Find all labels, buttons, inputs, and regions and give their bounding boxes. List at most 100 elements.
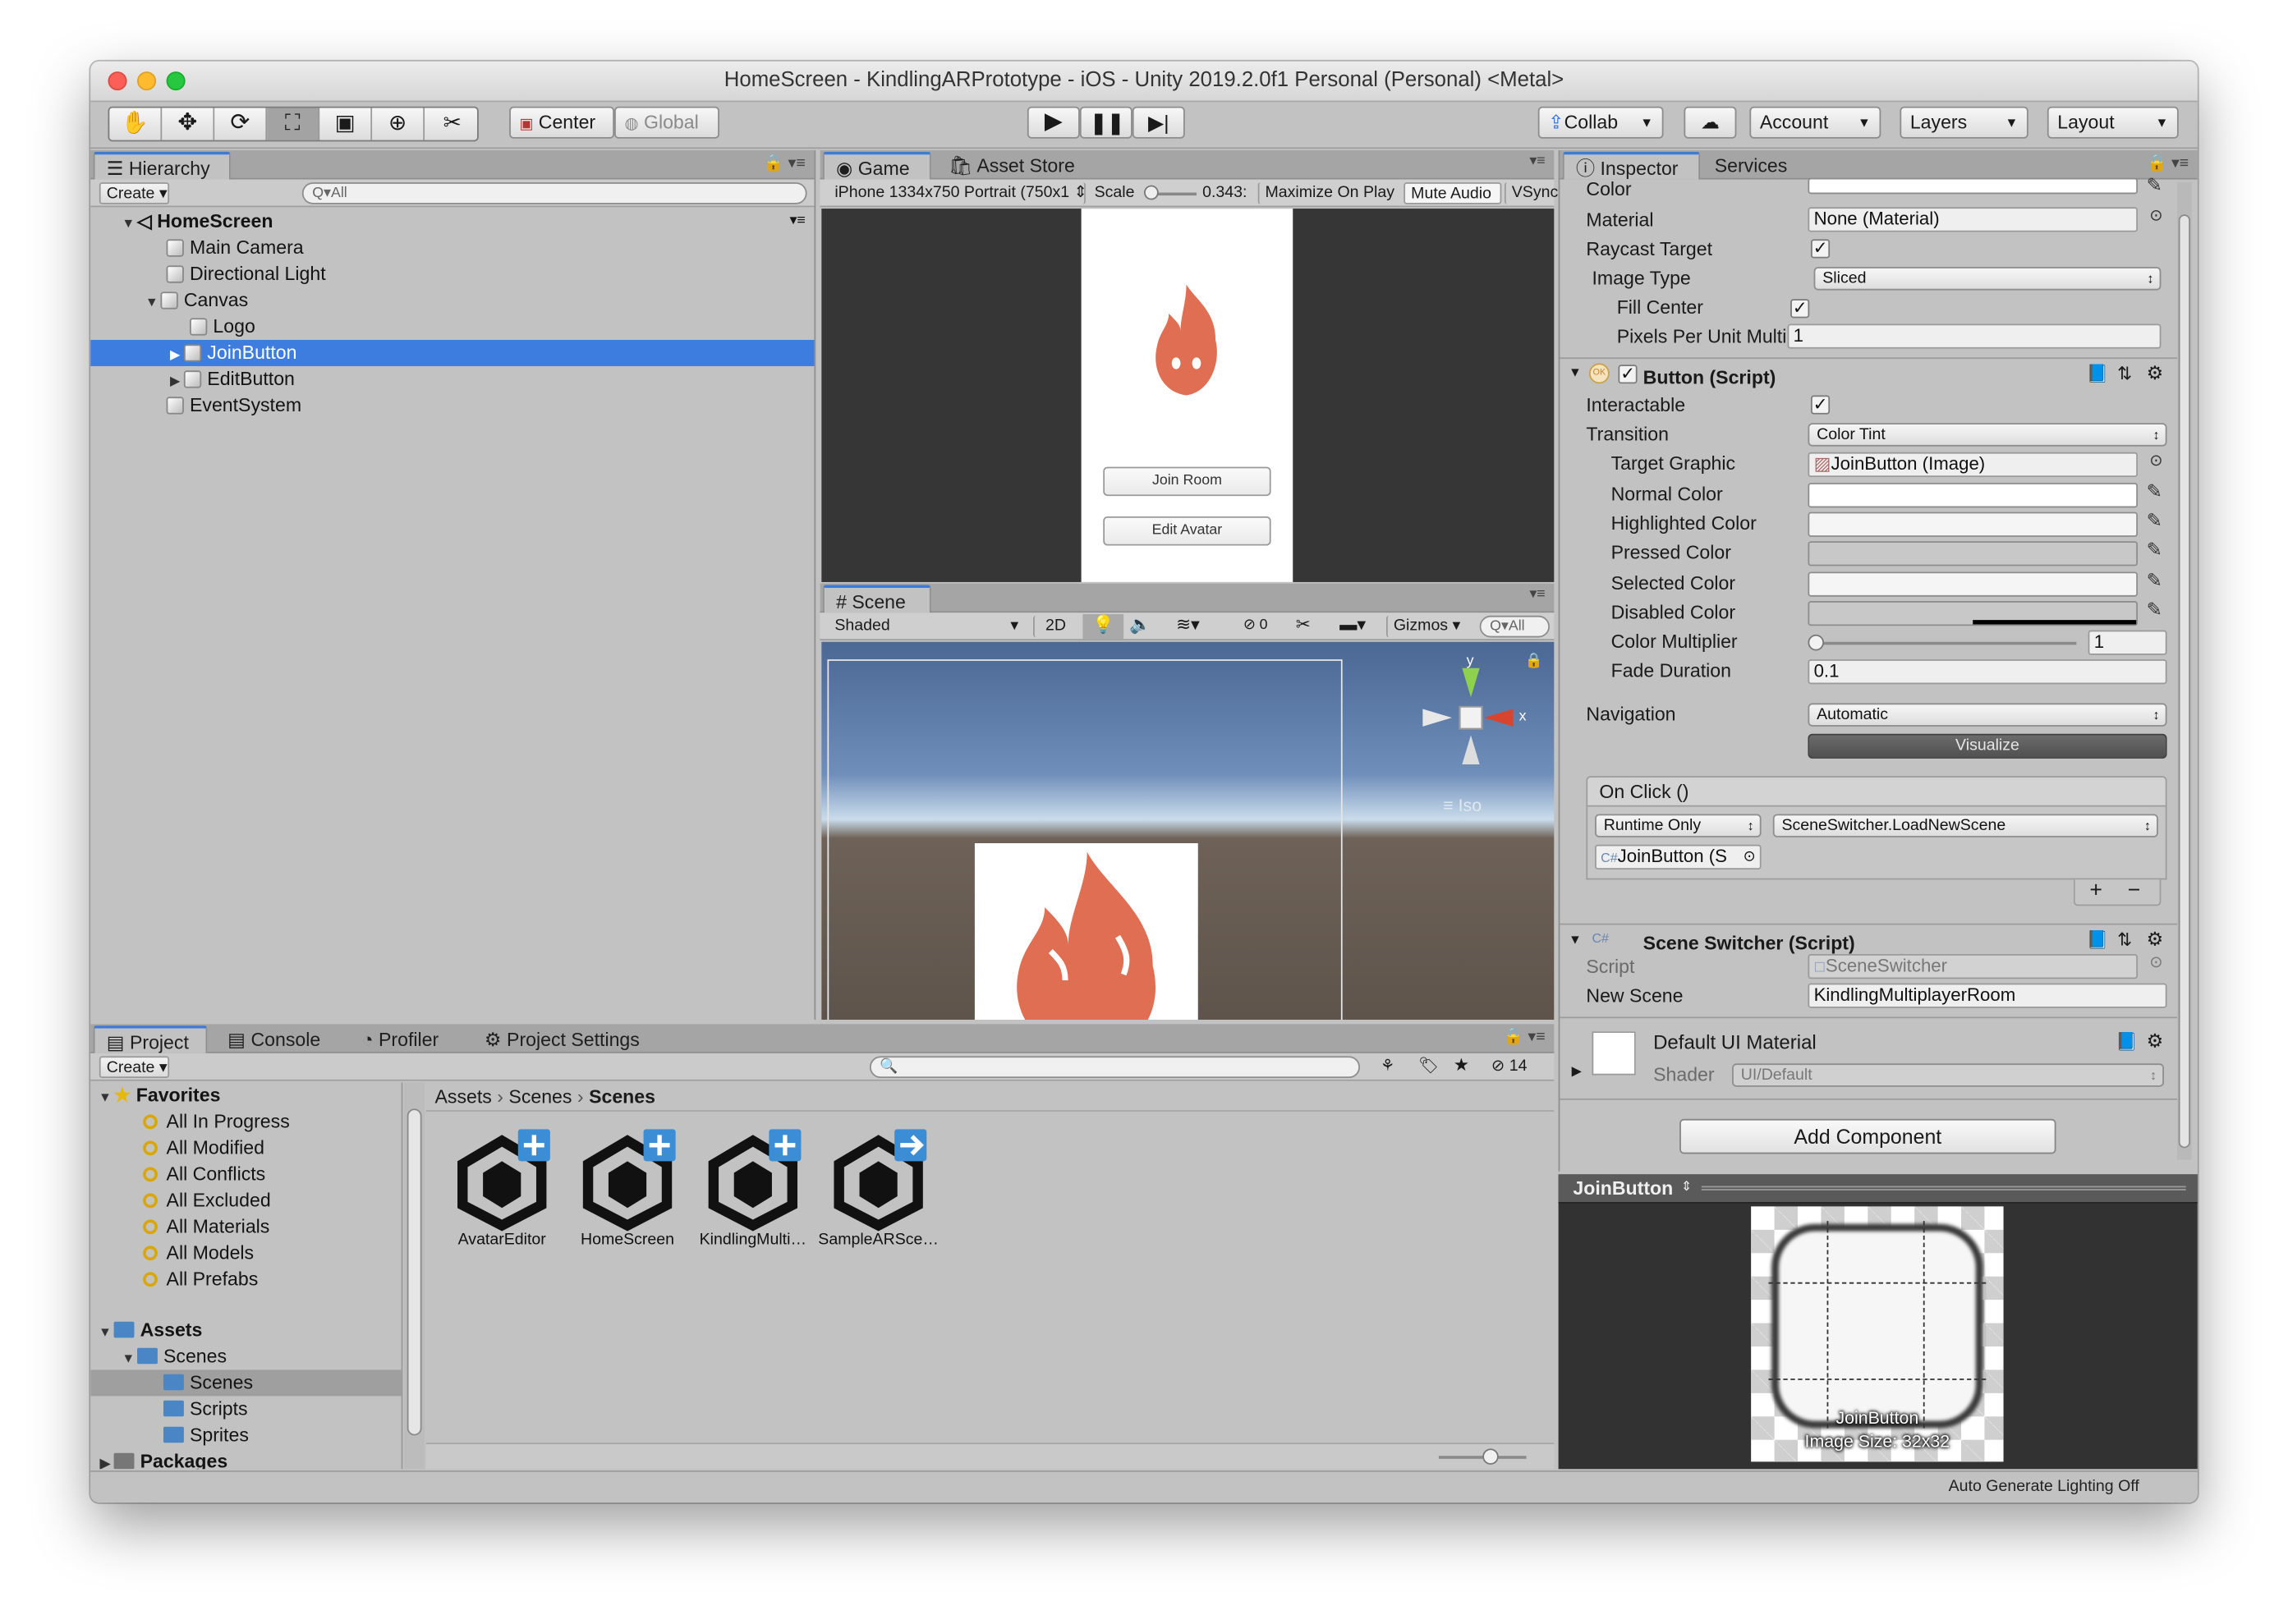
button-foldout[interactable]: ▼ [1569,365,1582,379]
eyedropper-icon[interactable]: ✎ [2147,509,2162,532]
image-type-dropdown[interactable]: Sliced [1813,267,2162,291]
eyedropper-icon[interactable]: ✎ [2147,539,2162,562]
hierarchy-item-editbutton[interactable]: ▶ EditButton [90,366,814,392]
add-event-button[interactable]: + [2089,879,2102,902]
onclick-object-field[interactable]: C#JoinButton (S ⊙ [1595,844,1762,869]
inspector-scrollbar[interactable] [2176,182,2192,1160]
runtime-dropdown[interactable]: Runtime Only [1595,814,1762,837]
2d-toggle[interactable]: 2D [1032,615,1077,638]
scenes-folder[interactable]: ▼ Scenes [90,1343,401,1369]
component-gear-icon[interactable]: ⚙ [2147,928,2164,951]
help-icon[interactable]: 📘 [2087,929,2109,950]
color-multiplier-thumb[interactable] [1808,634,1824,651]
favorites-section[interactable]: ▼ ★ Favorites [90,1082,401,1108]
scene-asset[interactable]: HomeScreen [566,1129,688,1249]
color-multiplier-slider[interactable] [1808,634,2077,651]
custom-tool-icon[interactable]: ✂ [425,108,477,140]
hierarchy-item-main-camera[interactable]: Main Camera [90,235,814,261]
axis-x-cone[interactable] [1484,709,1514,727]
layout-dropdown[interactable]: Layout ▼ [2047,106,2179,139]
scene-asset[interactable]: KindlingMulti… [691,1129,814,1249]
hand-tool-icon[interactable]: ✋ [109,108,163,140]
rect-tool-icon[interactable]: ▣ [319,108,373,140]
axis-neg-y-cone[interactable] [1462,735,1480,765]
highlighted-color-field[interactable] [1808,512,2139,537]
fill-center-checkbox[interactable]: ✓ [1790,299,1810,319]
fav-item[interactable]: All Modified [90,1135,401,1161]
preview-title[interactable]: JoinButton [1573,1177,1673,1200]
eyedropper-icon[interactable]: ✎ [2147,173,2162,196]
cloud-button[interactable]: ☁ [1684,106,1737,139]
tab-hierarchy[interactable]: ☰ Hierarchy [93,151,231,180]
pivot-center-button[interactable]: ▣ Center [509,106,615,139]
visualize-button[interactable]: Visualize [1808,733,2167,759]
tab-services[interactable]: Services [1703,152,1805,180]
scale-tool-icon[interactable]: ⛶ [267,108,320,140]
preset-icon[interactable]: ⇅ [2117,929,2132,950]
icon-size-slider-thumb[interactable] [1482,1448,1499,1465]
button-enabled-checkbox[interactable]: ✓ [1618,365,1638,384]
preview-drag-handle[interactable] [1701,1186,2186,1190]
panel-menu-icon[interactable]: ▾≡ [1529,154,1545,170]
hierarchy-search-input[interactable]: Q▾All [301,182,807,204]
fav-item[interactable]: All Models [90,1240,401,1266]
scene-orientation-gizmo[interactable]: y x 🔒 [1414,654,1546,770]
tab-console[interactable]: ▤ Console [216,1025,338,1053]
color-field[interactable] [1808,177,2139,195]
vsync-toggle[interactable]: VSync [1504,182,1558,204]
fav-item[interactable]: All Prefabs [90,1266,401,1292]
hierarchy-item-logo[interactable]: Logo [90,314,814,340]
step-button[interactable]: ▶| [1132,106,1185,139]
disabled-color-field[interactable] [1808,601,2139,626]
shading-mode-dropdown[interactable]: Shaded ▾ [829,616,1024,638]
color-multiplier-field[interactable]: 1 [2088,630,2167,655]
tab-asset-store[interactable]: 🛍 Asset Store [937,152,1077,180]
pause-button[interactable]: ❚❚ [1079,106,1133,139]
hierarchy-item-joinbutton[interactable]: ▶ JoinButton [90,339,815,366]
material-foldout[interactable]: ▶ [1572,1063,1582,1080]
folder-tree-scrollbar-thumb[interactable] [407,1108,422,1436]
tab-inspector[interactable]: ⓘ Inspector [1562,151,1700,180]
maximize-on-play-toggle[interactable]: Maximize On Play [1257,182,1401,204]
camera-icon[interactable]: ▬▾ [1339,614,1366,635]
panel-menu-icon[interactable]: ▾≡ [1529,586,1545,603]
panel-menu-icon[interactable]: 🔒 ▾≡ [2147,154,2189,172]
edit-avatar-button[interactable]: Edit Avatar [1103,516,1271,546]
layers-dropdown[interactable]: Layers ▼ [1900,106,2028,139]
axis-neg-x-cone[interactable] [1422,709,1452,727]
tab-scene[interactable]: # Scene [823,585,931,613]
panel-menu-icon[interactable]: 🔒 ▾≡ [1504,1027,1546,1046]
component-gear-icon[interactable]: ⚙ [2147,1030,2164,1053]
normal-color-field[interactable] [1808,483,2139,508]
move-tool-icon[interactable]: ✥ [162,108,215,140]
mute-audio-toggle[interactable]: Mute Audio [1404,182,1502,204]
object-picker-icon[interactable]: ⊙ [2149,206,2162,224]
hidden-packages-icon[interactable]: ⊘ 14 [1491,1056,1528,1075]
new-scene-field[interactable]: KindlingMultiplayerRoom [1808,983,2167,1008]
hidden-objects-icon[interactable]: ⊘ 0 [1243,617,1268,634]
game-viewport[interactable]: Join Room Edit Avatar [821,209,1555,582]
tab-project-settings[interactable]: ⚙ Project Settings [473,1025,648,1053]
component-gear-icon[interactable]: ⚙ [2147,362,2164,385]
rotate-tool-icon[interactable]: ⟳ [214,108,268,140]
fav-item[interactable]: All In Progress [90,1108,401,1135]
tools-icon[interactable]: ✂ [1296,614,1311,635]
breadcrumb-item[interactable]: Assets [434,1085,491,1108]
transform-tool-icon[interactable]: ⊕ [372,108,425,140]
join-room-button[interactable]: Join Room [1103,466,1271,497]
tab-game[interactable]: ◉ Game [823,151,931,180]
fade-duration-field[interactable]: 0.1 [1808,659,2167,685]
scene-viewport[interactable]: y x 🔒 ≡ Iso [821,641,1555,1020]
hierarchy-create-button[interactable]: Create ▾ [99,182,170,204]
fav-item[interactable]: All Materials [90,1213,401,1240]
scene-search-input[interactable]: Q▾All [1479,615,1550,638]
space-global-button[interactable]: ◍ Global [614,106,719,139]
favorite-star-icon[interactable]: ★ [1454,1055,1469,1076]
hierarchy-item-canvas[interactable]: ▼ Canvas [90,287,814,314]
project-create-button[interactable]: Create ▾ [99,1056,170,1079]
eyedropper-icon[interactable]: ✎ [2147,480,2162,503]
panel-menu-icon[interactable]: 🔒 ▾≡ [764,154,806,172]
breadcrumb-item[interactable]: Scenes [508,1085,572,1108]
gizmos-dropdown[interactable]: Gizmos ▾ [1385,615,1465,638]
collab-dropdown[interactable]: ⇪Collab ▼ [1537,106,1664,139]
